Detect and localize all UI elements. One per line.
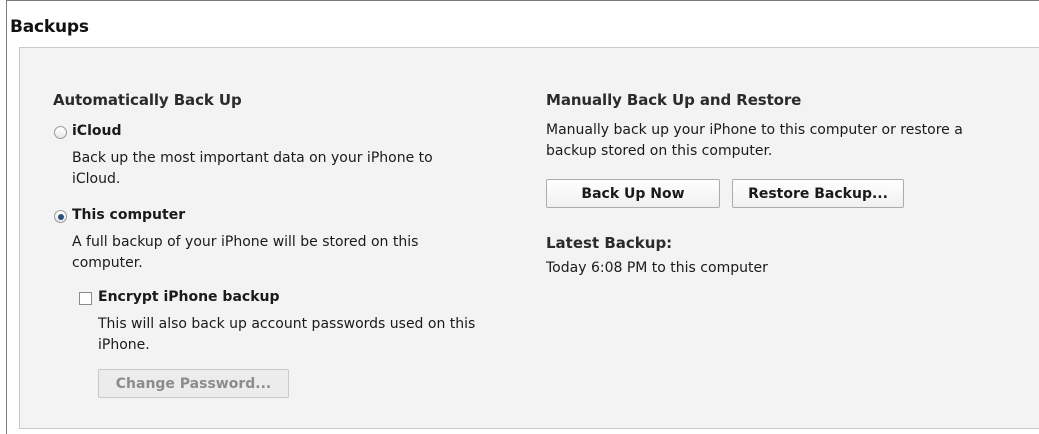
latest-backup-value: Today 6:08 PM to this computer bbox=[546, 260, 768, 276]
this-computer-radio[interactable] bbox=[54, 210, 67, 223]
icloud-label[interactable]: iCloud bbox=[72, 123, 121, 139]
encrypt-desc-line-2: iPhone. bbox=[98, 337, 150, 353]
encrypt-desc-line-1: This will also back up account passwords… bbox=[98, 316, 476, 332]
window-top-border bbox=[6, 0, 1039, 1]
icloud-radio[interactable] bbox=[54, 126, 67, 139]
icloud-desc-line-2: iCloud. bbox=[72, 171, 121, 187]
icloud-desc-line-1: Back up the most important data on your … bbox=[72, 150, 433, 166]
this-computer-label[interactable]: This computer bbox=[72, 207, 185, 223]
auto-backup-heading: Automatically Back Up bbox=[53, 91, 242, 109]
window-left-border bbox=[6, 0, 7, 434]
this-computer-desc-line-1: A full backup of your iPhone will be sto… bbox=[72, 234, 419, 250]
manual-desc-line-2: backup stored on this computer. bbox=[546, 143, 773, 159]
manual-backup-heading: Manually Back Up and Restore bbox=[546, 91, 802, 109]
this-computer-desc-line-2: computer. bbox=[72, 255, 143, 271]
manual-desc-line-1: Manually back up your iPhone to this com… bbox=[546, 122, 963, 138]
encrypt-backup-label[interactable]: Encrypt iPhone backup bbox=[98, 289, 280, 305]
change-password-button[interactable]: Change Password... bbox=[98, 369, 289, 398]
latest-backup-label: Latest Backup: bbox=[546, 234, 673, 252]
backups-panel: Automatically Back Up iCloud Back up the… bbox=[19, 47, 1039, 429]
back-up-now-button[interactable]: Back Up Now bbox=[546, 179, 720, 208]
section-title: Backups bbox=[10, 17, 89, 37]
encrypt-backup-checkbox[interactable] bbox=[79, 292, 92, 305]
restore-backup-button[interactable]: Restore Backup... bbox=[732, 179, 904, 208]
